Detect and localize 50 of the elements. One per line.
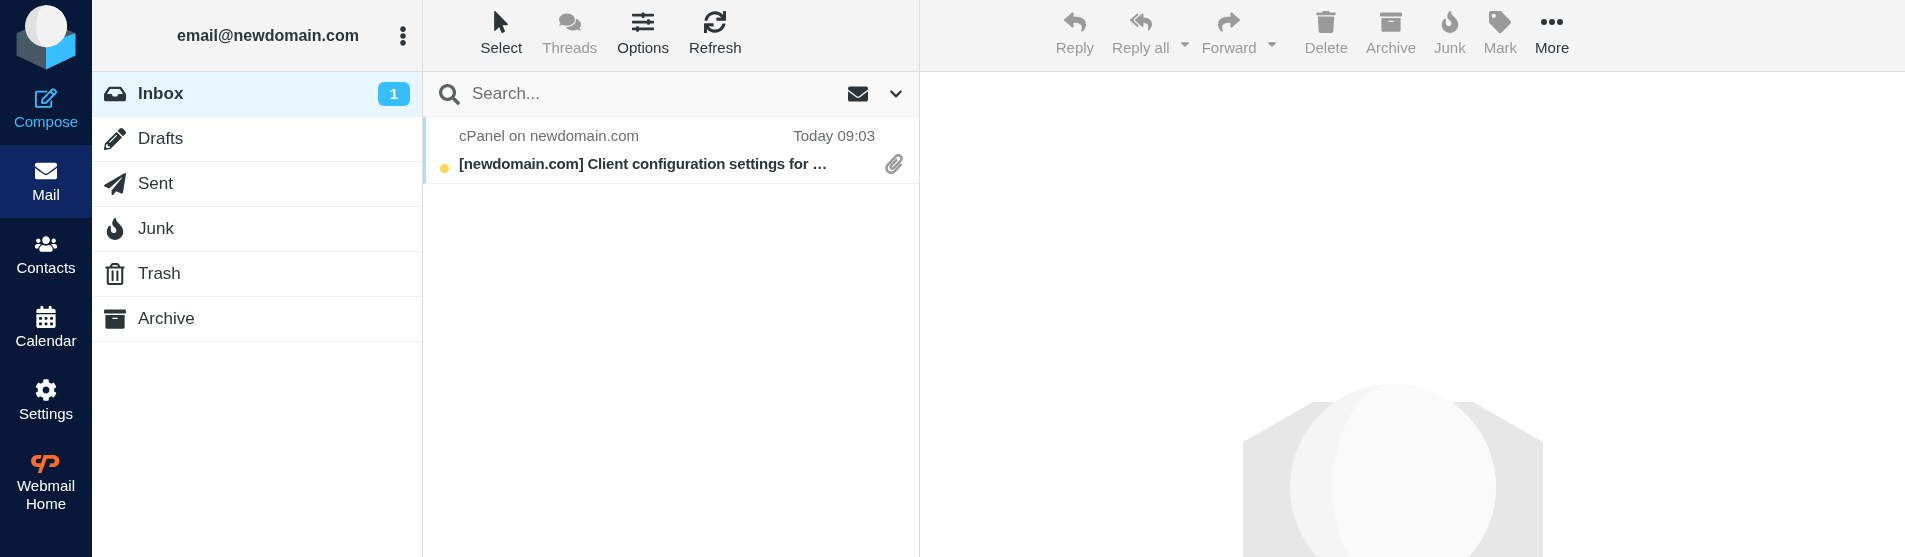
tag-icon: [1489, 11, 1512, 34]
trash-icon: [104, 263, 126, 285]
folder-label: Trash: [138, 263, 182, 286]
toolbar-button[interactable]: More: [1527, 11, 1578, 60]
nav-item[interactable]: Mail: [0, 145, 92, 218]
folder-item[interactable]: Inbox 1: [92, 72, 422, 117]
folder-label: Junk: [138, 218, 175, 241]
refresh-icon: [704, 11, 727, 34]
flame-icon: [104, 218, 126, 240]
pencil-icon: [104, 128, 126, 150]
folder-item[interactable]: Drafts: [92, 117, 422, 162]
edit-icon: [35, 86, 57, 109]
message-sender: cPanel on newdomain.com: [459, 125, 641, 146]
sliders-icon: [632, 11, 655, 34]
message-item[interactable]: cPanel on newdomain.com Today 09:03 [newdomain.com] Client configuration settings for …: [423, 117, 919, 184]
search-input[interactable]: Search...: [472, 81, 835, 107]
folder-label: Archive: [138, 308, 196, 331]
folder-item[interactable]: Trash: [92, 252, 422, 297]
toolbar-button[interactable]: Refresh: [680, 11, 750, 60]
nav-item[interactable]: Calendar: [0, 291, 92, 364]
nav-item[interactable]: Webmail Home: [0, 437, 92, 527]
account-email: email@newdomain.com: [176, 25, 360, 46]
forward-icon: [1218, 11, 1241, 34]
settings-icon: [35, 378, 57, 401]
folder-item[interactable]: Junk: [92, 207, 422, 252]
search-field[interactable]: Search...: [423, 72, 919, 117]
folder-label: Inbox: [138, 83, 185, 106]
reply-icon: [1063, 11, 1086, 34]
envelope-icon[interactable]: [847, 84, 869, 104]
archive-icon: [1380, 11, 1402, 34]
folder-label: Sent: [138, 173, 174, 196]
folder-item[interactable]: Sent: [92, 162, 422, 207]
nav-item[interactable]: Settings: [0, 364, 92, 437]
folder-item[interactable]: Archive: [92, 297, 422, 342]
message-subject: [newdomain.com] Client configuration settings for …: [459, 154, 829, 174]
more-icon: [1541, 18, 1564, 27]
unread-count: 1: [377, 82, 410, 106]
trash-icon: [1315, 11, 1338, 34]
archive-icon: [104, 308, 126, 330]
folder-label: Drafts: [138, 128, 185, 151]
reply-all-icon: [1129, 11, 1152, 34]
paper-plane-icon: [104, 173, 126, 195]
search-icon: [439, 83, 460, 105]
message-date: Today 09:03: [793, 125, 875, 146]
toolbar-button[interactable]: Options: [609, 11, 677, 60]
nav-item[interactable]: Compose: [0, 72, 92, 145]
chat-bubbles-icon: [558, 11, 581, 34]
calendar-icon: [35, 305, 57, 328]
nav-item[interactable]: Contacts: [0, 218, 92, 291]
toolbar-button[interactable]: Select: [472, 11, 531, 60]
